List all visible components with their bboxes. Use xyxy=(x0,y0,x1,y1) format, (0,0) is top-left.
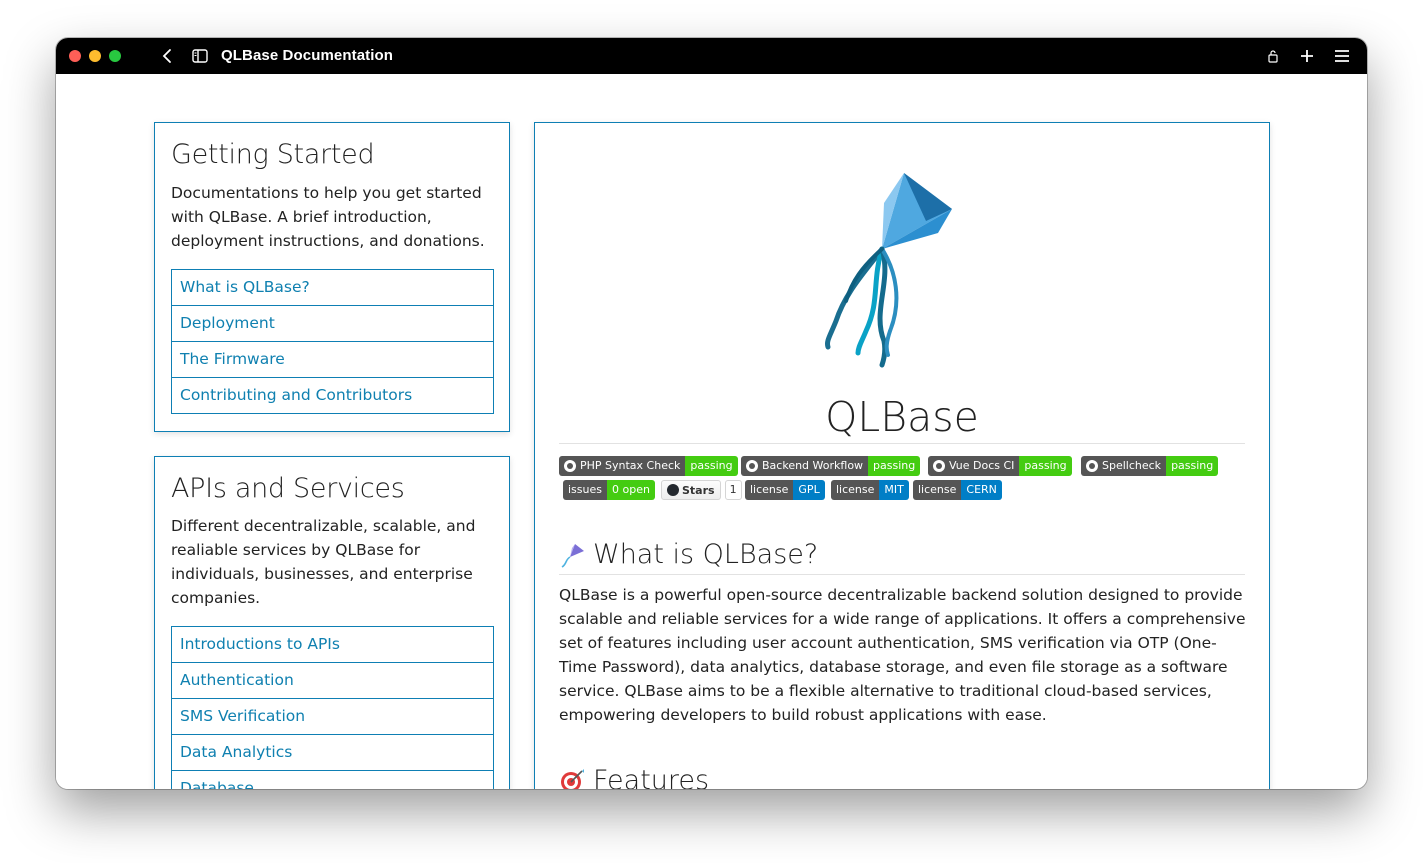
badge-value: 0 open xyxy=(607,480,655,500)
qlbase-kite-logo xyxy=(825,173,952,368)
target-icon xyxy=(561,768,584,789)
features-heading: Features xyxy=(559,765,709,789)
badge-label: Spellcheck xyxy=(1102,459,1162,472)
window-title: QLBase Documentation xyxy=(221,47,394,64)
zoom-window-button[interactable] xyxy=(109,50,121,62)
section-divider xyxy=(559,574,1245,575)
badge-status: passing xyxy=(868,456,921,476)
badge-label: license xyxy=(831,480,880,500)
title-bar: QLBase Documentation xyxy=(56,38,1367,74)
badge-label: Vue Docs CI xyxy=(949,459,1015,472)
link-authentication[interactable]: Authentication xyxy=(171,663,494,699)
what-is-heading-text: What is QLBase? xyxy=(593,539,819,570)
minimize-window-button[interactable] xyxy=(89,50,101,62)
getting-started-description: Documentations to help you get started w… xyxy=(171,184,485,250)
apis-services-description: Different decentralizable, scalable, and… xyxy=(171,517,476,607)
badge-license-gpl[interactable]: license GPL xyxy=(745,480,825,500)
apis-services-links: Introductions to APIs Authentication SMS… xyxy=(171,626,494,789)
features-heading-text: Features xyxy=(593,765,710,789)
badge-label: PHP Syntax Check xyxy=(580,459,681,472)
link-contributing[interactable]: Contributing and Contributors xyxy=(171,378,494,414)
badge-license-cern[interactable]: license CERN xyxy=(913,480,1002,500)
stars-label: Stars xyxy=(682,483,715,497)
badge-php-syntax-check[interactable]: PHP Syntax Check passing xyxy=(559,456,738,476)
sidebar-toggle-button[interactable] xyxy=(190,46,210,66)
apis-services-card: APIs and Services Different decentraliza… xyxy=(154,456,510,789)
back-button[interactable] xyxy=(157,46,177,66)
badge-vue-docs-ci[interactable]: Vue Docs CI passing xyxy=(928,456,1072,476)
new-tab-button[interactable] xyxy=(1297,46,1317,66)
badge-status: passing xyxy=(1166,456,1219,476)
main-readme-card: QLBase PHP Syntax Check passing Backend … xyxy=(534,122,1270,789)
what-is-heading: What is QLBase? xyxy=(559,539,818,570)
badge-spellcheck[interactable]: Spellcheck passing xyxy=(1081,456,1219,476)
title-divider xyxy=(559,443,1245,444)
getting-started-card: Getting Started Documentations to help y… xyxy=(154,122,510,432)
link-what-is-qlbase[interactable]: What is QLBase? xyxy=(171,270,494,306)
kite-icon xyxy=(561,543,584,568)
badge-github-stars[interactable]: Stars 1 xyxy=(661,480,742,500)
github-icon xyxy=(746,460,758,472)
lock-icon xyxy=(1268,50,1278,63)
hamburger-icon xyxy=(1335,50,1349,62)
github-icon xyxy=(564,460,576,472)
badge-label: license xyxy=(745,480,794,500)
badge-status: passing xyxy=(1019,456,1072,476)
lock-button[interactable] xyxy=(1263,46,1283,66)
getting-started-title: Getting Started xyxy=(171,139,375,170)
link-database[interactable]: Database xyxy=(171,771,494,789)
chevron-left-icon xyxy=(162,49,171,63)
what-is-paragraph: QLBase is a powerful open-source decentr… xyxy=(559,586,1246,724)
project-title: QLBase xyxy=(825,393,979,441)
link-deployment[interactable]: Deployment xyxy=(171,306,494,342)
link-sms-verification[interactable]: SMS Verification xyxy=(171,699,494,735)
menu-button[interactable] xyxy=(1332,46,1352,66)
plus-icon xyxy=(1301,50,1313,62)
apis-services-title: APIs and Services xyxy=(171,473,405,504)
badge-backend-workflow[interactable]: Backend Workflow passing xyxy=(741,456,921,476)
link-the-firmware[interactable]: The Firmware xyxy=(171,342,494,378)
github-icon xyxy=(667,484,679,496)
badge-value: GPL xyxy=(793,480,825,500)
badge-issues[interactable]: issues 0 open xyxy=(563,480,655,500)
badge-label: Backend Workflow xyxy=(762,459,864,472)
github-icon xyxy=(933,460,945,472)
badge-value: MIT xyxy=(879,480,909,500)
badge-license-mit[interactable]: license MIT xyxy=(831,480,909,500)
badge-label: license xyxy=(913,480,962,500)
close-window-button[interactable] xyxy=(69,50,81,62)
getting-started-links: What is QLBase? Deployment The Firmware … xyxy=(171,269,494,414)
page-content: Getting Started Documentations to help y… xyxy=(56,74,1367,789)
badge-label: issues xyxy=(563,480,607,500)
github-icon xyxy=(1086,460,1098,472)
browser-window: QLBase Documentation Getting Started Doc… xyxy=(56,38,1367,789)
badge-status: passing xyxy=(685,456,738,476)
badge-value: CERN xyxy=(961,480,1002,500)
link-introductions-to-apis[interactable]: Introductions to APIs xyxy=(171,627,494,663)
stars-count: 1 xyxy=(724,480,742,500)
link-data-analytics[interactable]: Data Analytics xyxy=(171,735,494,771)
sidebar-icon xyxy=(192,49,208,63)
